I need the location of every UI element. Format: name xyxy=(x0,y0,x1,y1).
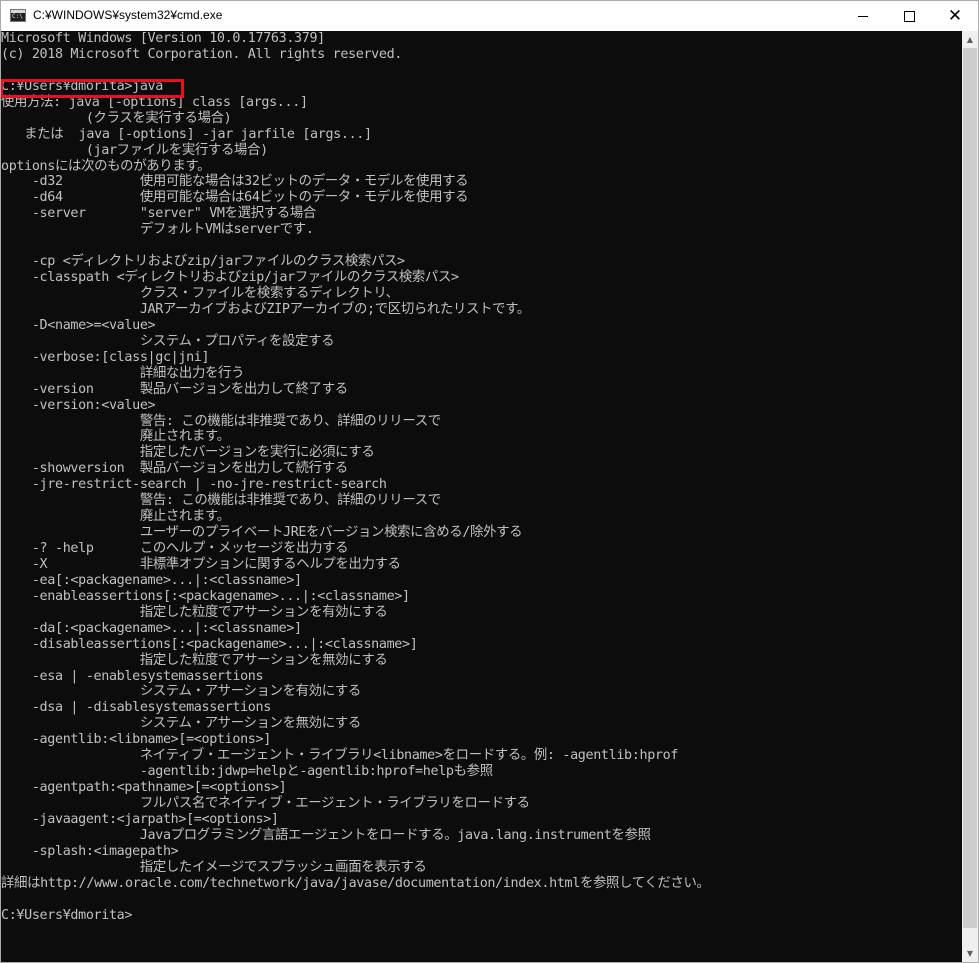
console-line: クラス・ファイルを検索するディレクトリ、 xyxy=(1,286,399,301)
console-line: 指定したイメージでスプラッシュ画面を表示する xyxy=(1,859,427,875)
console-line: -cp <ディレクトリおよびzip/jarファイルのクラス検索パス> xyxy=(1,254,405,270)
console-line: 警告: この機能は非推奨であり、詳細のリリースで xyxy=(1,493,441,509)
console-line: 廃止されます。 xyxy=(1,429,230,445)
console-line: -ea[:<packagename>...|:<classname>] xyxy=(1,572,302,588)
minimize-button[interactable] xyxy=(840,1,886,31)
console-line: -showversion 製品バージョンを出力して続行する xyxy=(1,461,348,477)
console-line: -esa | -enablesystemassertions xyxy=(1,668,264,684)
console-line: 指定したバージョンを実行に必須にする xyxy=(1,445,375,461)
console-line: -disableassertions[:<packagename>...|:<c… xyxy=(1,636,418,652)
console-line: -d64 使用可能な場合は64ビットのデータ・モデルを使用する xyxy=(1,190,469,206)
window-title: C:¥WINDOWS¥system32¥cmd.exe xyxy=(33,8,223,22)
cmd-window: C:¥WINDOWS¥system32¥cmd.exe ✕ Microsoft … xyxy=(0,0,979,963)
console-line: 指定した粒度でアサーションを有効にする xyxy=(1,604,388,620)
scroll-up-arrow-icon[interactable]: ▲ xyxy=(962,31,978,48)
console-lines: Microsoft Windows [Version 10.0.17763.37… xyxy=(1,31,962,924)
console-line: 警告: この機能は非推奨であり、詳細のリリースで xyxy=(1,413,441,429)
console-line: 指定した粒度でアサーションを無効にする xyxy=(1,652,388,668)
console-line: ネイティブ・エージェント・ライブラリ<libname>をロードする。例: -ag… xyxy=(1,748,679,764)
console-line: -? -help このヘルプ・メッセージを出力する xyxy=(1,541,349,556)
close-button[interactable]: ✕ xyxy=(932,1,978,31)
scroll-thumb[interactable] xyxy=(963,48,977,928)
console-line: 使用方法: java [-options] class [args...] xyxy=(1,94,308,110)
console-line: -da[:<packagename>...|:<classname>] xyxy=(1,620,302,636)
console-line: ユーザーのプライベートJREをバージョン検索に含める/除外する xyxy=(1,525,523,541)
console-line: 詳細な出力を行う xyxy=(1,365,245,381)
console-line: -version 製品バージョンを出力して終了する xyxy=(1,381,348,397)
minimize-icon xyxy=(858,15,868,17)
vertical-scrollbar[interactable]: ▲ ▼ xyxy=(962,31,978,962)
console-line: (c) 2018 Microsoft Corporation. All righ… xyxy=(1,46,403,62)
console-line: -enableassertions[:<packagename>...|:<cl… xyxy=(1,588,410,604)
console-line: JARアーカイブおよびZIPアーカイブの;で区切られたリストです。 xyxy=(1,301,530,317)
console-line: Javaプログラミング言語エージェントをロードする。java.lang.inst… xyxy=(1,827,651,843)
console-line: システム・アサーションを有効にする xyxy=(1,684,362,700)
console-line: または java [-options] -jar jarfile [args..… xyxy=(1,126,372,142)
console-line: システム・アサーションを無効にする xyxy=(1,716,362,732)
console-line: -agentpath:<pathname>[=<options>] xyxy=(1,780,287,796)
console-line: -D<name>=<value> xyxy=(1,317,156,333)
maximize-icon xyxy=(903,10,915,22)
console-line: C:¥Users¥dmorita> xyxy=(1,907,133,923)
console-line: -agentlib:jdwp=helpと-agentlib:hprof=help… xyxy=(1,764,493,780)
console-line: C:¥Users¥dmorita>java xyxy=(1,78,163,94)
console-line: (クラスを実行する場合) xyxy=(1,110,232,126)
console-line: デフォルトVMはserverです. xyxy=(1,222,314,238)
cmd-icon xyxy=(10,9,26,22)
close-icon: ✕ xyxy=(947,5,963,26)
console-line: -jre-restrict-search | -no-jre-restrict-… xyxy=(1,477,387,493)
console-line: -splash:<imagepath> xyxy=(1,843,179,859)
console-line: システム・プロパティを設定する xyxy=(1,333,335,349)
console-output[interactable]: Microsoft Windows [Version 10.0.17763.37… xyxy=(1,31,962,962)
console-line: -classpath <ディレクトリおよびzip/jarファイルのクラス検索パス… xyxy=(1,270,459,286)
console-line: フルパス名でネイティブ・エージェント・ライブラリをロードする xyxy=(1,796,530,811)
maximize-button[interactable] xyxy=(886,1,932,31)
console-line: -version:<value> xyxy=(1,397,156,413)
console-line: 廃止されます。 xyxy=(1,509,230,525)
console-line: -d32 使用可能な場合は32ビットのデータ・モデルを使用する xyxy=(1,174,469,190)
title-bar[interactable]: C:¥WINDOWS¥system32¥cmd.exe ✕ xyxy=(1,1,978,31)
console-line: Microsoft Windows [Version 10.0.17763.37… xyxy=(1,31,325,46)
console-line: -agentlib:<libname>[=<options>] xyxy=(1,732,271,748)
console-line: 詳細はhttp://www.oracle.com/technetwork/jav… xyxy=(1,875,710,891)
console-line: (jarファイルを実行する場合) xyxy=(1,142,268,158)
console-line: -server "server" VMを選択する場合 xyxy=(1,206,316,222)
console-line: -javaagent:<jarpath>[=<options>] xyxy=(1,811,279,827)
console-line: -X 非標準オプションに関するヘルプを出力する xyxy=(1,556,401,572)
console-line: -dsa | -disablesystemassertions xyxy=(1,700,271,716)
console-line: optionsには次のものがあります。 xyxy=(1,158,211,174)
console-line: -verbose:[class|gc|jni] xyxy=(1,349,210,365)
scroll-down-arrow-icon[interactable]: ▼ xyxy=(962,945,978,962)
